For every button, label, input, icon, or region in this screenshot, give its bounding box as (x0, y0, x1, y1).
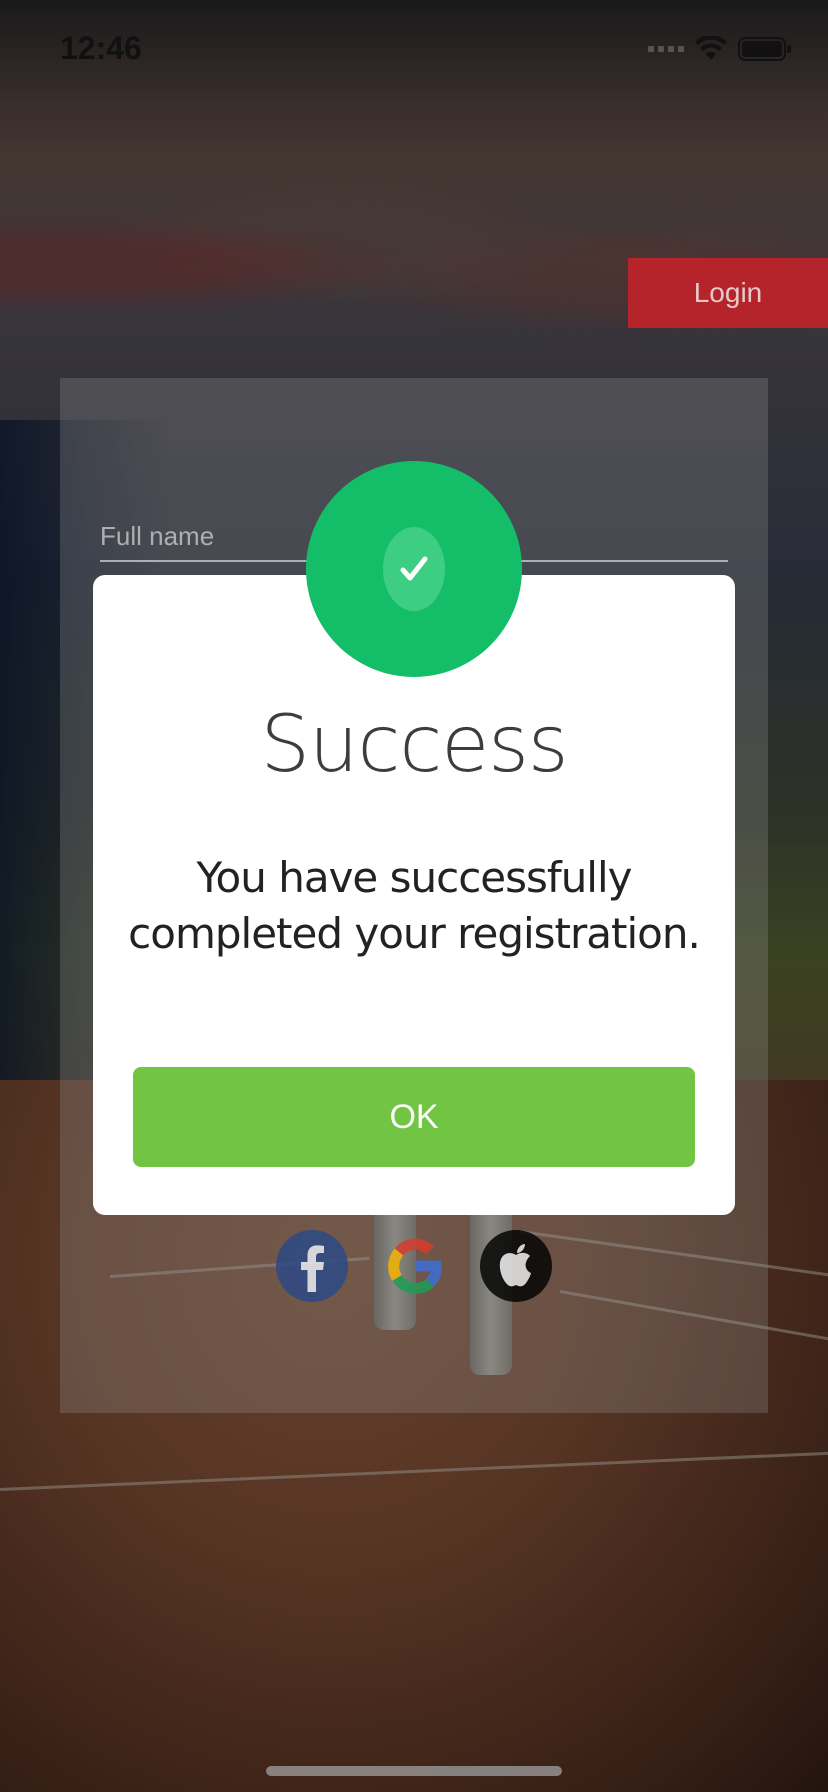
dialog-title: Success (260, 700, 569, 790)
apple-login-button[interactable] (480, 1230, 552, 1302)
success-badge (306, 461, 522, 677)
status-bar: 12:46 (0, 0, 828, 100)
battery-icon (738, 37, 791, 61)
google-icon (388, 1238, 442, 1294)
cellular-signal-icon (648, 46, 684, 52)
facebook-icon (301, 1245, 324, 1292)
wifi-icon (695, 36, 727, 60)
dialog-message-line2: completed your registration. (128, 909, 701, 958)
google-login-button[interactable] (378, 1230, 450, 1302)
ok-button[interactable]: OK (133, 1067, 695, 1167)
home-indicator[interactable] (266, 1766, 562, 1776)
login-button[interactable]: Login (628, 258, 828, 328)
status-time: 12:46 (60, 30, 142, 66)
facebook-login-button[interactable] (276, 1230, 348, 1302)
checkmark-icon (400, 556, 428, 581)
status-icons (648, 36, 792, 62)
dialog-message: You have successfully completed your reg… (113, 850, 715, 962)
success-badge-inner (383, 527, 445, 611)
social-login-row (60, 1230, 768, 1306)
apple-icon (499, 1244, 531, 1287)
dialog-message-line1: You have successfully (196, 853, 632, 902)
